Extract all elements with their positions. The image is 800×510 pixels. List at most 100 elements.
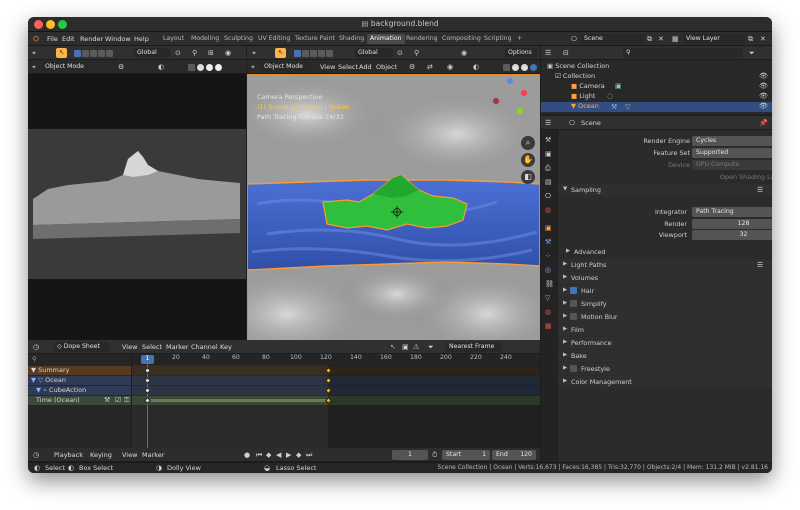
texture-tab-icon[interactable]: ▦ xyxy=(545,322,552,330)
integrator-dropdown[interactable]: Path Tracing⌄ xyxy=(692,207,772,217)
editor-type-icon[interactable]: ⌖ xyxy=(32,49,36,57)
display-mode-icon[interactable]: ⊟ xyxy=(563,49,569,57)
channel-search-input[interactable]: ⚲ xyxy=(32,355,37,363)
menu-file[interactable]: File xyxy=(47,35,58,43)
shading-wireframe-icon[interactable] xyxy=(188,64,195,71)
viewport-menu-add[interactable]: Add xyxy=(359,63,372,71)
left-viewport[interactable] xyxy=(28,74,246,344)
tab-uv-editing[interactable]: UV Editing xyxy=(255,34,293,44)
view-layer-selector[interactable]: View Layer xyxy=(683,34,745,44)
tab-layout[interactable]: Layout xyxy=(160,34,187,44)
end-frame-field[interactable]: End 120 xyxy=(492,450,536,460)
camera-visibility-icon[interactable]: 👁 xyxy=(759,82,768,90)
main-proportional-icon[interactable]: ◉ xyxy=(461,49,467,57)
constraints-tab-icon[interactable]: ⛓ xyxy=(545,280,554,288)
main-shading-solid-icon[interactable] xyxy=(512,64,519,71)
channel-cubeaction[interactable]: ▼ ⌁ CubeAction xyxy=(28,386,131,395)
transform-orientation-dropdown[interactable]: Global xyxy=(134,48,170,58)
object-tab-icon[interactable]: ▣ xyxy=(545,224,552,232)
select-tool-button[interactable]: ↖ xyxy=(56,48,67,58)
tab-modeling[interactable]: Modeling xyxy=(188,34,222,44)
hair-panel[interactable]: ▶ Hair xyxy=(558,285,772,297)
world-tab-icon[interactable]: ◍ xyxy=(545,206,551,214)
camera-view-button[interactable]: ◧ xyxy=(521,170,535,184)
pivot-icon[interactable]: ⊙ xyxy=(175,49,181,57)
bake-panel[interactable]: ▶ Bake xyxy=(558,350,772,362)
dopesheet-editor-icon[interactable]: ◷ xyxy=(33,343,39,351)
only-errors-icon[interactable]: ⚠ xyxy=(413,343,419,351)
main-select-tool-button[interactable]: ↖ xyxy=(275,48,286,58)
menu-window[interactable]: Window xyxy=(105,35,131,43)
collection-visibility-icon[interactable]: 👁 xyxy=(759,72,768,80)
record-icon[interactable]: ● xyxy=(244,451,250,459)
select-mode-intersect-icon[interactable] xyxy=(106,50,113,57)
channel-ocean[interactable]: ▼ ▽ Ocean xyxy=(28,376,131,385)
viewport-menu-view[interactable]: View xyxy=(320,63,335,71)
performance-panel[interactable]: ▶ Performance xyxy=(558,337,772,349)
filter-icon[interactable]: ⏷ xyxy=(749,49,755,57)
menu-edit[interactable]: Edit xyxy=(62,35,75,43)
viewport-shading-options-icon[interactable]: ⚙ xyxy=(118,63,124,71)
timeline-menu-playback[interactable]: Playback xyxy=(54,451,83,459)
main-snap-icon[interactable]: ⚲ xyxy=(414,49,419,57)
left-object-mode-dropdown[interactable]: Object Mode xyxy=(42,62,90,72)
delete-view-layer-icon[interactable]: ✕ xyxy=(760,35,766,43)
feature-set-dropdown[interactable]: Supported⌄ xyxy=(692,148,772,158)
viewport-editor-icon[interactable]: ⌖ xyxy=(32,63,36,71)
fcurve-modifier-icon[interactable]: ⚒ xyxy=(104,396,110,404)
freestyle-panel[interactable]: ▶ Freestyle xyxy=(558,363,772,375)
tab-texture-paint[interactable]: Texture Paint xyxy=(292,34,338,44)
scene-collection-label[interactable]: ▣ Scene Collection xyxy=(547,62,609,70)
dopesheet-mode-dropdown[interactable]: ◇ Dope Sheet xyxy=(54,342,110,352)
main-select-subtract-icon[interactable] xyxy=(310,50,317,57)
material-tab-icon[interactable]: ◍ xyxy=(545,308,551,316)
pin-icon[interactable]: 📌 xyxy=(759,119,768,127)
light-paths-presets-icon[interactable]: ☰ xyxy=(757,261,763,269)
motion-blur-panel[interactable]: ▶ Motion Blur xyxy=(558,311,772,323)
dopesheet-menu-key[interactable]: Key xyxy=(220,343,232,351)
jump-start-icon[interactable]: ⏮ xyxy=(256,451,262,459)
dopesheet-menu-select[interactable]: Select xyxy=(142,343,162,351)
volumes-panel[interactable]: ▶ Volumes xyxy=(558,272,772,284)
output-tab-icon[interactable]: ⎙ xyxy=(545,164,551,172)
menu-help[interactable]: Help xyxy=(134,35,149,43)
ocean-visibility-icon[interactable]: 👁 xyxy=(759,102,768,110)
sampling-panel-header[interactable]: ▼ Sampling ☰ xyxy=(558,184,772,196)
main-shading-wire-icon[interactable] xyxy=(503,64,510,71)
film-panel[interactable]: ▶ Film xyxy=(558,324,772,336)
dopesheet-menu-channel[interactable]: Channel xyxy=(191,343,218,351)
only-selected-icon[interactable]: ↖ xyxy=(390,343,396,351)
dopesheet-menu-view[interactable]: View xyxy=(122,343,137,351)
main-viewport-editor-icon[interactable]: ⌖ xyxy=(251,63,255,71)
timeline-menu-marker[interactable]: Marker xyxy=(142,451,164,459)
main-viewport[interactable]: Camera Perspective (1) Scene Collection … xyxy=(247,74,540,344)
play-icon[interactable]: ▶ xyxy=(286,451,291,459)
light-paths-panel[interactable]: ▶ Light Paths ☰ xyxy=(558,259,772,271)
visibility-icon[interactable]: ◉ xyxy=(447,63,453,71)
filter-dopesheet-icon[interactable]: ⏷ xyxy=(428,343,434,351)
main-overlay-icon[interactable]: ◐ xyxy=(473,63,479,71)
frame-ruler[interactable]: 1 20 40 60 80 100 120 140 160 180 200 22… xyxy=(132,354,540,365)
show-hidden-icon[interactable]: ▣ xyxy=(402,343,409,351)
outliner-item-camera[interactable]: ■ Camera xyxy=(571,82,605,90)
physics-tab-icon[interactable]: ◎ xyxy=(545,266,551,274)
hair-checkbox[interactable] xyxy=(570,287,577,294)
light-visibility-icon[interactable]: 👁 xyxy=(759,92,768,100)
axis-x-icon[interactable] xyxy=(521,90,527,96)
navigation-gizmo[interactable] xyxy=(483,76,535,126)
tab-compositing[interactable]: Compositing xyxy=(439,34,484,44)
particles-tab-icon[interactable]: ⁘ xyxy=(545,252,551,260)
main-select-new-icon[interactable] xyxy=(294,50,301,57)
view-layer-tab-icon[interactable]: ▤ xyxy=(545,178,552,186)
color-management-panel[interactable]: ▶ Color Management xyxy=(558,376,772,388)
timeline-menu-keying[interactable]: Keying xyxy=(90,451,112,459)
current-frame-field[interactable]: 1 xyxy=(392,450,428,460)
main-editor-type-icon[interactable]: ⌖ xyxy=(252,49,256,57)
next-keyframe-icon[interactable]: ◆ xyxy=(296,451,301,459)
pan-button[interactable]: ✋ xyxy=(521,153,535,167)
channel-summary[interactable]: ▼ Summary xyxy=(28,366,131,375)
scene-selector[interactable]: Scene xyxy=(581,34,645,44)
select-mode-subtract-icon[interactable] xyxy=(90,50,97,57)
main-pivot-icon[interactable]: ⊙ xyxy=(397,49,403,57)
shading-solid-icon[interactable] xyxy=(197,64,204,71)
